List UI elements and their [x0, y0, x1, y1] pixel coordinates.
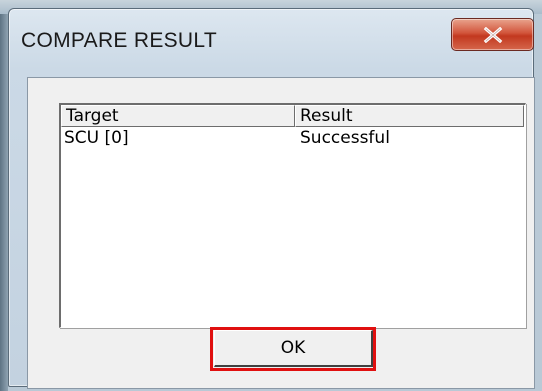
dialog-title: COMPARE RESULT — [21, 29, 217, 52]
compare-result-dialog: COMPARE RESULT Target Result SCU [0] Suc… — [8, 8, 535, 389]
cell-result: Successful — [300, 128, 390, 148]
column-header-result[interactable]: Result — [295, 105, 524, 127]
close-button[interactable] — [451, 18, 534, 51]
list-header: Target Result — [61, 105, 524, 127]
column-header-target[interactable]: Target — [61, 105, 295, 127]
background-desktop-edge — [0, 14, 8, 391]
dialog-client-area: Target Result SCU [0] Successful OK — [27, 77, 535, 389]
table-row[interactable]: SCU [0] Successful — [61, 127, 524, 149]
cell-target: SCU [0] — [64, 128, 129, 148]
result-list-view[interactable]: Target Result SCU [0] Successful — [59, 103, 526, 328]
ok-button[interactable]: OK — [214, 330, 373, 367]
close-icon — [483, 27, 503, 43]
